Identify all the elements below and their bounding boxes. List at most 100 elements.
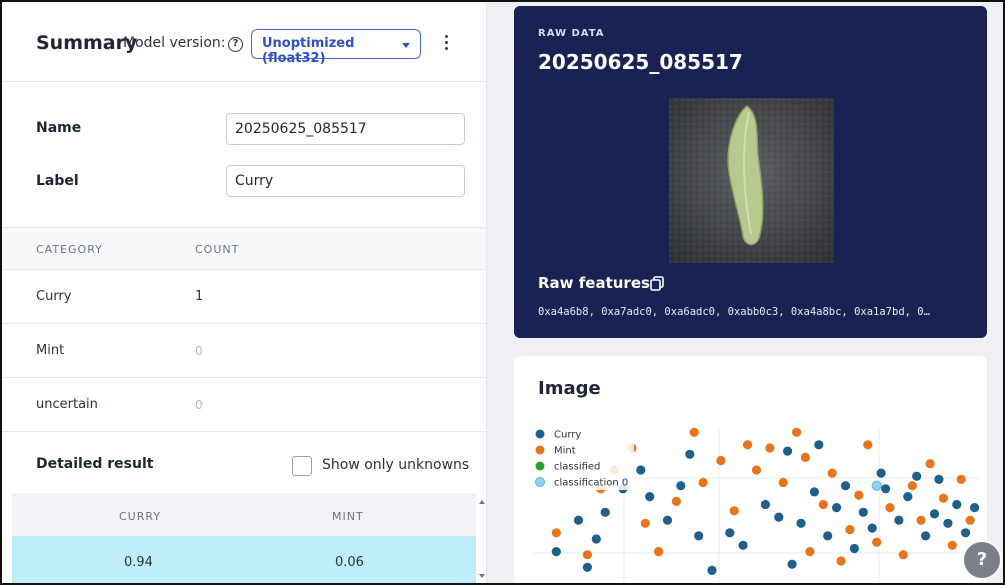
curry-score: 0.94 [124,555,153,570]
scatter-point-curry [725,528,735,538]
scatter-point-curry [551,547,561,557]
curry-column-header: CURRY [119,510,162,523]
scatter-point-mint [925,459,935,469]
mint-column-header: MINT [332,510,364,523]
table-row[interactable]: 0.94 0.06 [12,536,476,583]
scatter-point-curry [796,518,806,528]
more-options-icon[interactable] [442,35,450,51]
scatter-point-mint [845,525,855,535]
help-circle-icon[interactable]: ? [228,37,243,52]
raw-features-value: 0xa4a6b8, 0xa7adc0, 0xa6adc0, 0xabb0c3, … [538,306,930,318]
chart-legend: Curry Mint classified classification 0 [528,422,634,490]
scatter-point-mint [698,477,708,488]
scatter-point-curry [970,503,980,513]
detailed-result-title: Detailed result [36,456,154,472]
legend-label: classification 0 [554,478,628,489]
scatter-point-mint [863,440,873,450]
model-version-label: Model version: [123,35,226,51]
raw-data-title: 20250625_085517 [538,50,743,74]
scatter-point-mint [916,515,926,525]
scatter-point-mint [898,550,908,560]
label-label: Label [36,173,79,189]
scatter-point-mint [800,452,810,462]
scatter-point-curry [929,509,940,519]
show-only-unknowns-checkbox[interactable] [292,456,312,476]
legend-label: Curry [554,430,581,441]
scatter-point-mint [582,550,592,560]
category-count: 1 [195,289,204,304]
category-name: uncertain [36,397,98,412]
image-card: Image Curry Mint classified classification … [514,356,987,585]
scatter-point-curry [849,543,859,554]
model-version-value: Unoptimized (float32) [262,36,355,66]
scatter-point-mint [792,427,802,437]
scatter-point-mint [907,481,917,491]
category-count: 0 [195,398,203,412]
scatter-point-curry [961,528,971,538]
scatter-point-curry [707,565,717,575]
scatter-point-mint [751,465,762,475]
scroll-down-icon[interactable] [479,574,485,578]
scatter-point-curry [876,468,886,478]
scatter-point-curry [881,484,891,494]
scatter-point-mint [956,474,966,484]
help-fab-button[interactable]: ? [962,540,1002,580]
legend-marker [535,429,545,439]
label-input[interactable] [226,165,465,197]
scatter-point-curry [787,559,797,569]
scatter-point-curry [814,440,824,450]
scatter-point-curry [573,515,584,525]
scatter-point-mint [778,477,788,488]
legend-label: Mint [554,446,576,457]
scatter-point-mint [689,427,699,437]
scatter-point-curry [738,540,748,550]
image-card-title: Image [538,378,601,399]
scatter-point-curry [903,492,913,502]
legend-label: classified [554,462,600,473]
scatter-point-curry [832,503,842,513]
scatter-point-curry [676,481,686,491]
row-divider [2,431,486,432]
model-version-select[interactable]: Unoptimized (float32) [251,29,421,66]
scatter-point-mint [872,537,882,547]
raw-data-card: RAW DATA 20250625_085517 Raw features 0x… [514,6,987,338]
scatter-point-curry [582,562,592,572]
scatter-point-curry [858,507,868,517]
scatter-point-curry [662,515,673,525]
scatter-point-mint [743,440,753,450]
legend-marker [535,461,545,471]
scatter-point-mint [805,547,815,557]
scatter-point-curry [952,499,962,510]
scatter-point-mint [716,455,726,466]
mint-score: 0.06 [335,555,364,570]
scatter-point-curry [934,474,944,484]
scatter-point-curry [912,471,922,481]
copy-icon[interactable] [650,276,664,291]
legend-marker [535,445,545,455]
scatter-point-mint [818,499,828,510]
chevron-down-icon [402,43,410,48]
category-column-header: CATEGORY [36,243,103,256]
scatter-point-mint [947,540,957,550]
scatter-point-curry [685,449,695,459]
result-scrollbar[interactable] [477,494,486,583]
scatter-point-curry [636,465,646,475]
scatter-point-mint [729,506,739,516]
feature-scatter-plot[interactable]: Curry Mint classified classification 0 [524,418,987,585]
name-label: Name [36,120,82,136]
scatter-point-curry [591,534,601,544]
scatter-point-curry [760,499,770,510]
show-only-unknowns-label[interactable]: Show only unknowns [322,457,469,473]
scatter-point-curry [600,507,610,517]
name-input[interactable] [226,113,465,145]
scatter-point-mint [938,493,948,503]
scatter-point-curry [921,531,931,541]
raw-features-label: Raw features [538,274,650,292]
count-column-header: COUNT [195,243,240,256]
scatter-point-curry [809,487,819,497]
scroll-up-icon[interactable] [479,500,485,504]
scatter-point-mint [640,518,650,528]
scatter-point-curry [894,515,904,525]
scatter-point-mint [671,496,681,506]
sample-image [669,98,834,263]
